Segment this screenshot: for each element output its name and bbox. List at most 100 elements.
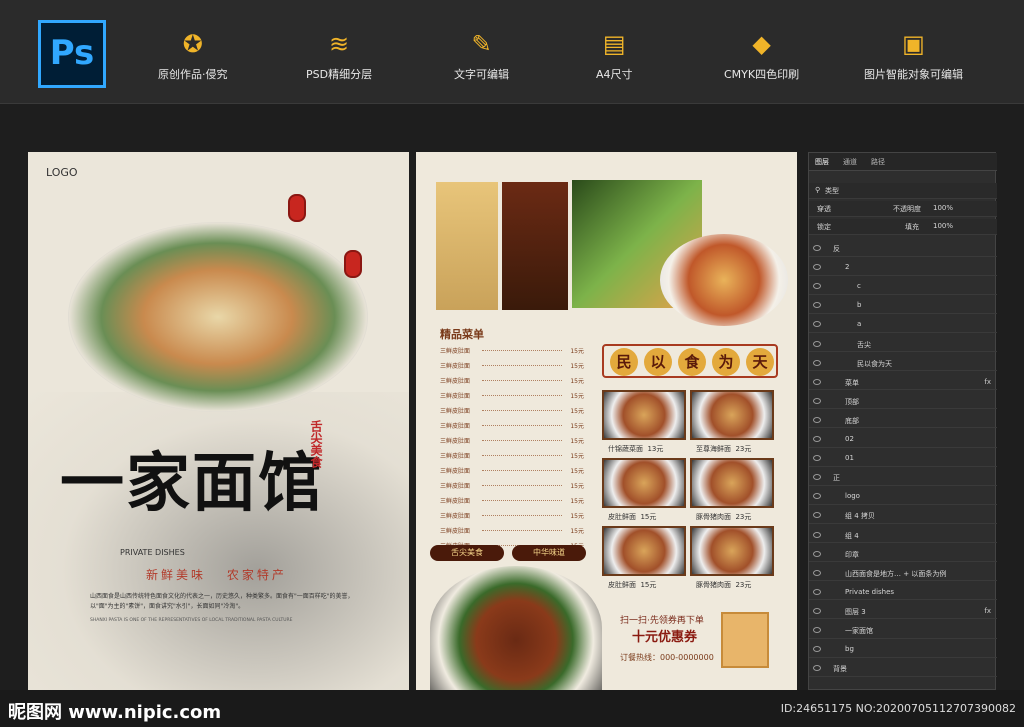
layer-row[interactable]: bg bbox=[809, 642, 997, 658]
visibility-eye-icon[interactable] bbox=[813, 378, 821, 385]
visibility-eye-icon[interactable] bbox=[813, 416, 821, 423]
menu-item-name: 三鲜皮肚面 bbox=[440, 423, 471, 430]
layer-row[interactable]: 一家面馆 bbox=[809, 623, 997, 639]
blend-mode-select[interactable]: 穿透 bbox=[817, 204, 831, 214]
menu-item-name: 三鲜皮肚面 bbox=[440, 498, 471, 505]
visibility-eye-icon[interactable] bbox=[813, 397, 821, 404]
layer-row[interactable]: 山西面食是地方… + 以面条为例 bbox=[809, 566, 997, 582]
visibility-eye-icon[interactable] bbox=[813, 512, 821, 519]
slogan-box: 民以食为天 bbox=[602, 344, 778, 378]
beef-photo bbox=[502, 182, 568, 310]
feature-label: 文字可编辑 bbox=[454, 68, 509, 81]
visibility-eye-icon[interactable] bbox=[813, 474, 821, 481]
noodle-bowl-image bbox=[68, 222, 368, 412]
menu-item-price: 15元 bbox=[570, 468, 584, 475]
order-hotline: 订餐热线：000-0000000 bbox=[620, 653, 714, 662]
poster-title: 一家面馆 bbox=[60, 446, 324, 521]
tag-farm: 农家特产 bbox=[226, 568, 287, 582]
layer-row[interactable]: c bbox=[809, 279, 997, 295]
layer-effects-icon[interactable]: fx bbox=[984, 607, 991, 615]
dish-price: 15元 bbox=[640, 513, 657, 521]
dish-price: 13元 bbox=[647, 445, 664, 453]
coupon-scan-text: 扫一扫·先领券再下单 bbox=[620, 616, 704, 626]
lantern-icon bbox=[344, 250, 362, 278]
layer-row[interactable]: b bbox=[809, 298, 997, 314]
layer-row[interactable]: 顶部 bbox=[809, 394, 997, 410]
menu-item-price: 15元 bbox=[570, 498, 584, 505]
opacity-value[interactable]: 100% bbox=[933, 204, 953, 212]
layer-row[interactable]: 图层 3 fx bbox=[809, 604, 997, 620]
image-icon: ▣ bbox=[902, 30, 925, 58]
tab-layers[interactable]: 图层 bbox=[815, 157, 829, 167]
lantern-icon bbox=[288, 194, 306, 222]
layer-row[interactable]: 舌尖 bbox=[809, 337, 997, 353]
filter-icon: ⚲ bbox=[815, 186, 821, 194]
visibility-eye-icon[interactable] bbox=[813, 493, 821, 500]
visibility-eye-icon[interactable] bbox=[813, 302, 821, 309]
layer-row[interactable]: a bbox=[809, 317, 997, 333]
visibility-eye-icon[interactable] bbox=[813, 283, 821, 290]
layer-name: 民以食为天 bbox=[857, 359, 892, 368]
layer-row[interactable]: logo bbox=[809, 489, 997, 505]
noodle-bowl-photo bbox=[660, 234, 788, 326]
visibility-eye-icon[interactable] bbox=[813, 550, 821, 557]
fill-label: 填充 bbox=[905, 223, 919, 231]
visibility-eye-icon[interactable] bbox=[813, 455, 821, 462]
layer-row[interactable]: 组 4 bbox=[809, 528, 997, 544]
layer-row[interactable]: 菜单 fx bbox=[809, 375, 997, 391]
dish-name: 什锦蔬菜面 bbox=[608, 445, 643, 453]
opacity-label: 不透明度 bbox=[893, 205, 921, 213]
layer-row[interactable]: 02 bbox=[809, 432, 997, 448]
visibility-eye-icon[interactable] bbox=[813, 531, 821, 538]
layer-row[interactable]: 01 bbox=[809, 451, 997, 467]
visibility-eye-icon[interactable] bbox=[813, 264, 821, 271]
layer-name: 反 bbox=[833, 245, 840, 253]
tab-paths[interactable]: 路径 bbox=[871, 157, 885, 167]
visibility-eye-icon[interactable] bbox=[813, 340, 821, 347]
visibility-eye-icon[interactable] bbox=[813, 245, 821, 251]
feature-4: ◆ CMYK四色印刷 bbox=[724, 30, 799, 82]
layer-name: 2 bbox=[845, 263, 850, 272]
layer-row[interactable]: 印章 bbox=[809, 547, 997, 563]
visibility-eye-icon[interactable] bbox=[813, 646, 821, 653]
layer-row[interactable]: 2 bbox=[809, 260, 997, 276]
visibility-eye-icon[interactable] bbox=[813, 569, 821, 576]
layer-row[interactable]: 底部 bbox=[809, 413, 997, 429]
layer-effects-icon[interactable]: fx bbox=[984, 378, 991, 386]
fill-value[interactable]: 100% bbox=[933, 222, 953, 230]
slogan-char: 民 bbox=[610, 348, 638, 376]
menu-item-name: 三鲜皮肚面 bbox=[440, 363, 471, 370]
layer-row[interactable]: 组 4 拷贝 bbox=[809, 508, 997, 524]
layer-row[interactable]: 正 bbox=[809, 470, 997, 486]
layer-row[interactable]: 背景 bbox=[809, 661, 997, 677]
layer-name: Private dishes bbox=[845, 587, 895, 596]
red-seal-stamp: 舌尖美食 bbox=[309, 420, 323, 468]
layer-row[interactable]: 民以食为天 bbox=[809, 356, 997, 372]
visibility-eye-icon[interactable] bbox=[813, 436, 821, 442]
leader-dots bbox=[482, 485, 562, 486]
visibility-eye-icon[interactable] bbox=[813, 321, 821, 328]
menu-item-name: 三鲜皮肚面 bbox=[440, 438, 471, 445]
visibility-eye-icon[interactable] bbox=[813, 359, 821, 366]
dish-name: 皮肚鲜面 bbox=[608, 581, 636, 589]
leader-dots bbox=[482, 455, 562, 456]
layer-name: logo bbox=[845, 492, 860, 501]
visibility-eye-icon[interactable] bbox=[813, 607, 821, 614]
layer-row[interactable]: 反 bbox=[809, 241, 997, 257]
slogan-char: 为 bbox=[712, 348, 740, 376]
visibility-eye-icon[interactable] bbox=[813, 627, 821, 633]
feature-label: CMYK四色印刷 bbox=[724, 68, 800, 81]
layers-icon: ≋ bbox=[328, 30, 350, 58]
visibility-eye-icon[interactable] bbox=[813, 665, 821, 672]
leader-dots bbox=[482, 515, 562, 516]
filter-type-select[interactable]: 类型 bbox=[825, 186, 839, 196]
layer-name: 组 4 拷贝 bbox=[845, 512, 875, 521]
document-icon: ▤ bbox=[602, 30, 626, 58]
layer-row[interactable]: Private dishes bbox=[809, 585, 997, 601]
poster-description: 山西面食是山西传统特色面食文化的代表之一，历史悠久，种类繁多。面食有"一面百样吃… bbox=[90, 593, 354, 610]
menu-item-name: 三鲜皮肚面 bbox=[440, 408, 471, 415]
feature-0: ✪ 原创作品·侵究 bbox=[158, 30, 228, 82]
layers-tabs: 图层 通道 路径 bbox=[809, 153, 997, 171]
tab-channels[interactable]: 通道 bbox=[843, 157, 857, 167]
visibility-eye-icon[interactable] bbox=[813, 588, 821, 595]
